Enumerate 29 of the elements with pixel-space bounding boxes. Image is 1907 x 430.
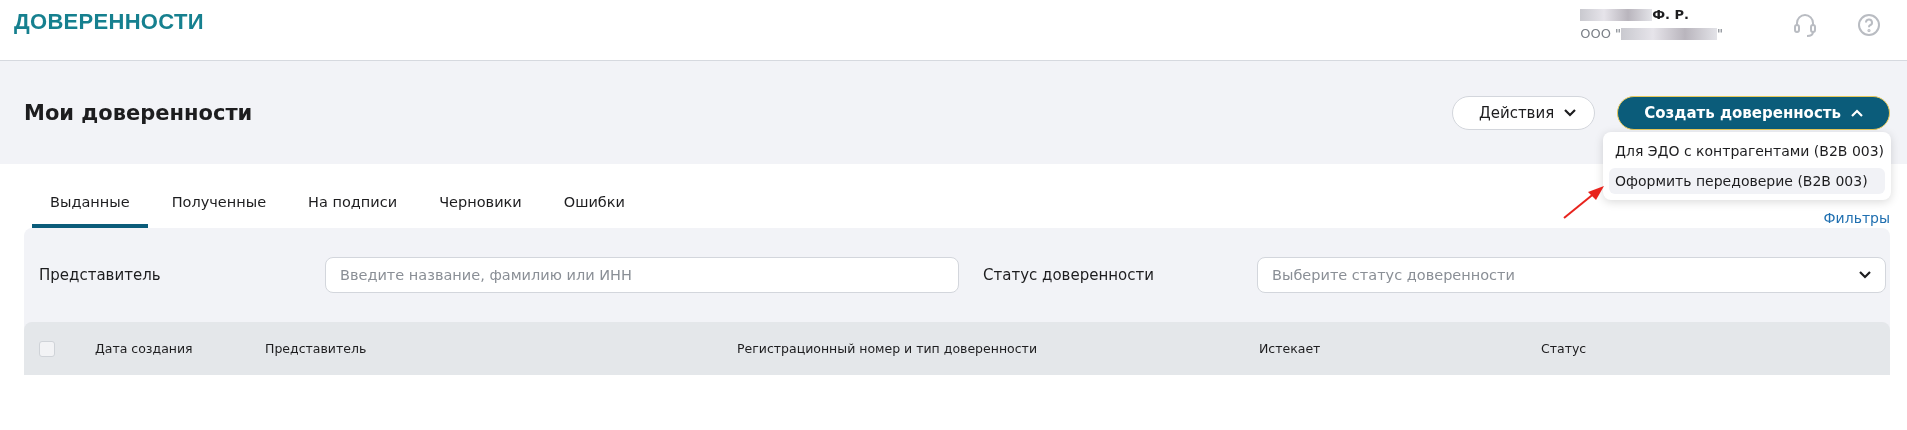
actions-button[interactable]: Действия xyxy=(1451,95,1596,130)
chevron-icon xyxy=(1859,271,1871,279)
org-name-suffix: " xyxy=(1717,26,1723,41)
menu-item[interactable]: Для ЭДО с контрагентами (B2B 003) xyxy=(1609,138,1885,164)
chevron-icon xyxy=(1851,108,1863,117)
user-name: Ф. Р. xyxy=(1652,7,1690,22)
field-label: Представитель xyxy=(39,266,162,284)
tab[interactable]: Черновики xyxy=(421,194,540,228)
menu-item[interactable]: Оформить передоверие (B2B 003) xyxy=(1609,168,1885,194)
tab[interactable]: Полученные xyxy=(153,194,285,228)
page-title: Мои доверенности xyxy=(24,100,253,125)
column-header: Представитель xyxy=(265,341,368,356)
column-header: Дата создания xyxy=(95,341,194,356)
tab[interactable]: Ошибки xyxy=(545,194,643,228)
chevron-icon xyxy=(1564,108,1577,117)
headset-icon[interactable] xyxy=(1793,12,1817,38)
field-label: Статус доверенности xyxy=(983,266,1155,284)
create-button[interactable]: Создать доверенность xyxy=(1617,95,1890,130)
annotation-arrow xyxy=(1562,184,1606,220)
column-header: Статус xyxy=(1541,341,1588,356)
tab[interactable]: На подписи xyxy=(290,194,416,228)
help-icon[interactable] xyxy=(1857,13,1881,37)
filters-link[interactable]: Фильтры xyxy=(1823,210,1890,228)
org-name-prefix: ООО " xyxy=(1580,26,1621,41)
select-all-checkbox[interactable] xyxy=(39,340,55,357)
column-header: Истекает xyxy=(1259,341,1322,356)
app-logo: ДОВЕРЕННОСТИ xyxy=(14,9,204,35)
search-field[interactable]: Введите название, фамилию или ИНН xyxy=(325,257,959,293)
column-header: Регистрационный номер и тип доверенности xyxy=(737,341,1038,356)
